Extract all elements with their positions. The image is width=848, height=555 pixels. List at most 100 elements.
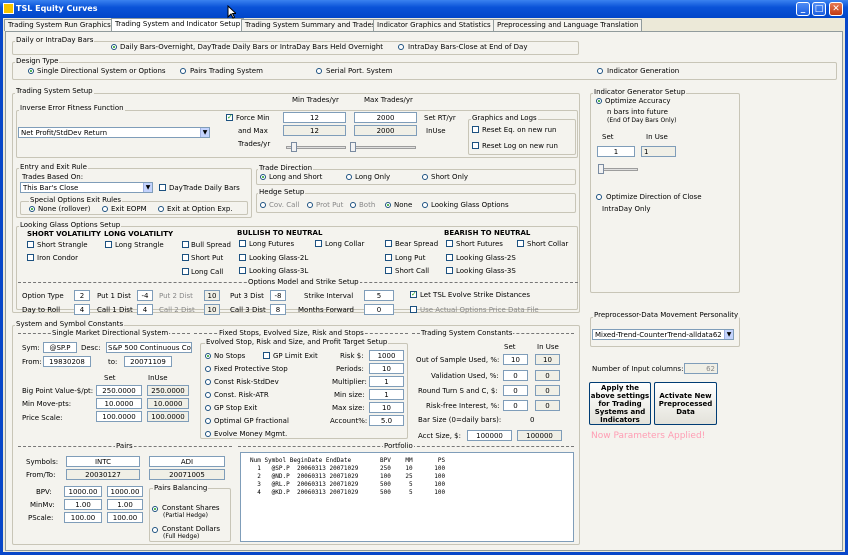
design-pairs-radio[interactable] [180, 68, 186, 74]
round-turn-set-field[interactable]: 0 [503, 385, 528, 396]
periods-field[interactable]: 10 [369, 363, 404, 374]
risk-free-set-field[interactable]: 0 [503, 400, 528, 411]
gp-limit-checkbox[interactable] [263, 352, 270, 359]
put1-field[interactable]: -4 [137, 290, 153, 301]
fitness-function-select[interactable]: Net Profit/StdDev Return ▼ [18, 127, 210, 138]
min-trades-slider-thumb[interactable] [291, 142, 297, 152]
personality-select[interactable]: Mixed-Trend-CounterTrend-alldata62 ▼ [592, 329, 734, 340]
risk-field[interactable]: 1000 [369, 350, 404, 361]
short-collar-checkbox[interactable] [517, 240, 524, 247]
call3-field[interactable]: 8 [270, 304, 286, 315]
pair-bpv2-field[interactable]: 1000.00 [107, 486, 143, 497]
to-date-field[interactable]: 20071109 [124, 356, 172, 367]
reset-log-checkbox[interactable] [472, 142, 479, 149]
multiplier-field[interactable]: 1 [369, 376, 404, 387]
prot-put-radio[interactable] [307, 202, 313, 208]
constant-dollars-radio[interactable] [152, 527, 158, 533]
max-size-field[interactable]: 10 [369, 402, 404, 413]
const-risk-atr-radio[interactable] [205, 392, 211, 398]
long-only-radio[interactable] [346, 174, 352, 180]
long-collar-checkbox[interactable] [315, 240, 322, 247]
minimize-button[interactable]: _ [796, 2, 810, 16]
min-trades-set-field[interactable]: 12 [283, 112, 346, 123]
bear-spread-checkbox[interactable] [385, 240, 392, 247]
bpv-set-field[interactable]: 250.0000 [96, 385, 142, 396]
both-radio[interactable] [350, 202, 356, 208]
description-field[interactable]: S&P 500 Continuous Co [106, 342, 192, 353]
actual-options-checkbox[interactable] [410, 306, 417, 313]
pair-symbol2-field[interactable]: ADI [149, 456, 225, 467]
optimize-accuracy-radio[interactable] [596, 98, 602, 104]
exit-eopm-radio[interactable] [102, 206, 108, 212]
tab-system-setup[interactable]: Trading System and Indicator Setup [111, 18, 245, 32]
nbars-slider-thumb[interactable] [598, 164, 604, 174]
long-call-checkbox[interactable] [182, 268, 189, 275]
exit-optexp-radio[interactable] [158, 206, 164, 212]
no-stops-radio[interactable] [205, 353, 211, 359]
nbars-set-field[interactable]: 1 [597, 146, 635, 157]
intraday-bars-radio[interactable] [398, 44, 404, 50]
acct-size-set-field[interactable]: 100000 [467, 430, 512, 441]
const-risk-stddev-radio[interactable] [205, 379, 211, 385]
short-strangle-checkbox[interactable] [27, 241, 34, 248]
pair-bpv1-field[interactable]: 1000.00 [64, 486, 102, 497]
tab-summary-trades[interactable]: Trading System Summary and Trades [241, 19, 380, 31]
pair-minmv1-field[interactable]: 1.00 [64, 499, 102, 510]
hedge-none-radio[interactable] [385, 202, 391, 208]
min-size-field[interactable]: 1 [369, 389, 404, 400]
option-type-field[interactable]: 2 [74, 290, 90, 301]
short-futures-checkbox[interactable] [446, 240, 453, 247]
day-roll-field[interactable]: 4 [74, 304, 90, 315]
bull-spread-checkbox[interactable] [182, 241, 189, 248]
lg3s-checkbox[interactable] [446, 267, 453, 274]
max-trades-slider[interactable] [354, 146, 416, 149]
months-field[interactable]: 0 [364, 304, 394, 315]
maximize-button[interactable]: □ [812, 2, 826, 16]
pair-symbol1-field[interactable]: INTC [66, 456, 140, 467]
short-call-checkbox[interactable] [385, 267, 392, 274]
lg2s-checkbox[interactable] [446, 254, 453, 261]
pair-minmv2-field[interactable]: 1.00 [107, 499, 143, 510]
long-futures-checkbox[interactable] [239, 240, 246, 247]
lg2l-checkbox[interactable] [239, 254, 246, 261]
evolve-strike-checkbox[interactable] [410, 290, 417, 298]
long-strangle-checkbox[interactable] [105, 241, 112, 248]
optimal-gp-radio[interactable] [205, 418, 211, 424]
apply-settings-button[interactable]: Apply the above settings for Trading Sys… [589, 382, 651, 425]
evolve-mm-radio[interactable] [205, 431, 211, 437]
reset-eq-checkbox[interactable] [472, 126, 479, 133]
force-min-checkbox[interactable] [226, 113, 233, 121]
daytrade-checkbox[interactable] [159, 184, 166, 191]
long-put-checkbox[interactable] [385, 254, 392, 261]
gp-stop-radio[interactable] [205, 405, 211, 411]
iron-condor-checkbox[interactable] [27, 254, 34, 261]
short-only-radio[interactable] [422, 174, 428, 180]
max-trades-set-field[interactable]: 2000 [354, 112, 417, 123]
nbars-slider[interactable] [598, 168, 638, 171]
pair-pscale1-field[interactable]: 100.00 [64, 512, 102, 523]
design-indicator-radio[interactable] [597, 68, 603, 74]
price-scale-set-field[interactable]: 100.0000 [96, 411, 142, 422]
trade-rule-select[interactable]: This Bar's Close ▼ [20, 182, 153, 193]
tab-indicator-graphics[interactable]: Indicator Graphics and Statistics [373, 19, 495, 31]
activate-data-button[interactable]: Activate New Preprocessed Data [654, 382, 717, 425]
account-field[interactable]: 5.0 [369, 415, 404, 426]
looking-glass-radio[interactable] [422, 202, 428, 208]
constant-shares-radio[interactable] [152, 506, 158, 512]
short-put-checkbox[interactable] [182, 254, 189, 261]
strike-field[interactable]: 5 [364, 290, 394, 301]
fixed-stop-radio[interactable] [205, 366, 211, 372]
oos-set-field[interactable]: 10 [503, 354, 528, 365]
tab-preprocessing[interactable]: Preprocessing and Language Translation [493, 19, 643, 31]
max-trades-slider-thumb[interactable] [350, 142, 356, 152]
exit-none-radio[interactable] [29, 206, 35, 212]
validation-set-field[interactable]: 0 [503, 370, 528, 381]
tab-run-graphics[interactable]: Trading System Run Graphics [4, 19, 115, 31]
daily-bars-radio[interactable] [111, 44, 117, 50]
lg3l-checkbox[interactable] [239, 267, 246, 274]
symbol-field[interactable]: @SP.P [43, 342, 77, 353]
call1-field[interactable]: 4 [137, 304, 153, 315]
close-button[interactable]: ✕ [829, 2, 843, 16]
optimize-direction-radio[interactable] [596, 194, 602, 200]
cov-call-radio[interactable] [260, 202, 266, 208]
